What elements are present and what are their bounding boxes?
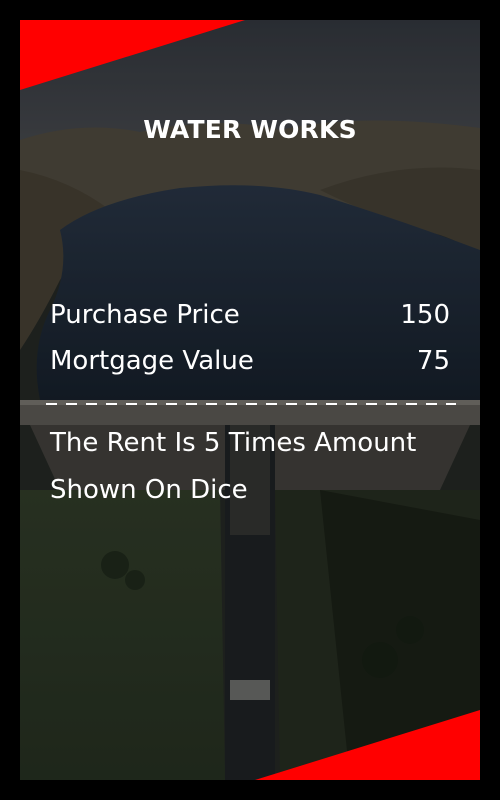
mortgage-value-row: Mortgage Value 75 [50, 346, 450, 376]
card-title: WATER WORKS [143, 115, 357, 144]
rent-description: The Rent Is 5 Times Amount Shown On Dice [50, 428, 417, 505]
mortgage-value-label: Mortgage Value [50, 346, 254, 376]
top-left-red-corner [20, 20, 245, 90]
purchase-price-value: 150 [400, 300, 450, 330]
purchase-price-label: Purchase Price [50, 300, 240, 330]
purchase-price-row: Purchase Price 150 [50, 300, 450, 330]
property-card: WATER WORKS Purchase Price 150 Mortgage … [20, 20, 480, 780]
dashed-divider [46, 403, 456, 405]
bottom-right-red-corner [255, 710, 480, 780]
mortgage-value-value: 75 [416, 346, 450, 376]
